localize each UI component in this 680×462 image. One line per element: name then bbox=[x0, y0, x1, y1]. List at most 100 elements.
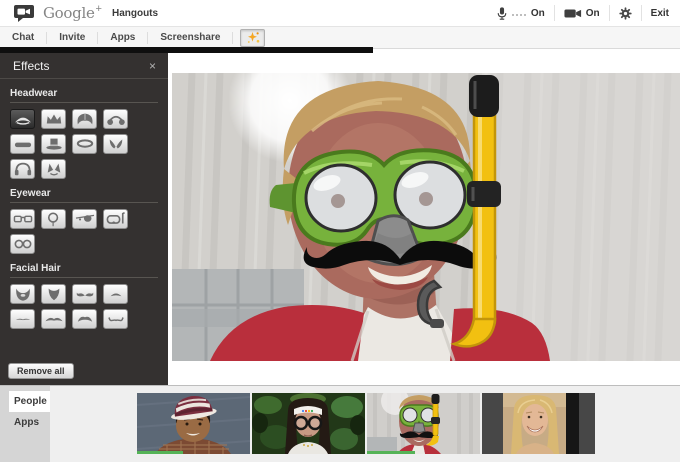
close-icon[interactable]: × bbox=[149, 60, 156, 72]
settings-button[interactable] bbox=[609, 5, 641, 21]
microphone-icon bbox=[496, 6, 508, 21]
participants-filmstrip bbox=[137, 393, 595, 454]
earmuffs-icon bbox=[105, 110, 127, 128]
tab-invite[interactable]: Invite bbox=[47, 32, 98, 44]
logo: Google+ Hangouts bbox=[13, 4, 158, 22]
handlebar-mustache-effect-button[interactable] bbox=[72, 284, 97, 304]
monocle-effect-button[interactable] bbox=[41, 209, 66, 229]
main-video bbox=[172, 73, 680, 361]
pencil-mustache-effect-button[interactable] bbox=[10, 309, 35, 329]
curled-mustache-effect-button[interactable] bbox=[103, 309, 128, 329]
exit-label: Exit bbox=[651, 8, 669, 19]
sidebar-tabs: People Apps bbox=[0, 386, 50, 462]
exit-button[interactable]: Exit bbox=[641, 5, 678, 21]
effects-grid bbox=[10, 284, 158, 329]
top-header: Google+ Hangouts On On bbox=[0, 0, 680, 27]
effects-section-label: Facial Hair bbox=[10, 263, 158, 274]
visor-cap-effect-button[interactable] bbox=[10, 109, 35, 129]
effects-panel-header: Effects × bbox=[0, 53, 168, 78]
camera-state-label: On bbox=[586, 8, 600, 19]
eyeglasses-effect-button[interactable] bbox=[10, 209, 35, 229]
halo-effect-button[interactable] bbox=[72, 134, 97, 154]
mic-level-indicator bbox=[512, 14, 526, 16]
headband-icon bbox=[12, 135, 34, 153]
scuba-mask-icon bbox=[105, 210, 127, 228]
wide-mustache-effect-button[interactable] bbox=[41, 309, 66, 329]
headphones-icon bbox=[12, 160, 34, 178]
goatee-beard-icon bbox=[43, 285, 65, 303]
participant-video-3[interactable] bbox=[367, 393, 480, 454]
section-underline bbox=[10, 277, 158, 278]
eye-patch-icon bbox=[74, 210, 96, 228]
party-ears-icon bbox=[43, 160, 65, 178]
bushy-mustache-icon bbox=[74, 310, 96, 328]
eye-patch-effect-button[interactable] bbox=[72, 209, 97, 229]
effects-panel: Effects × Headwear Eyewear Facial Hair Rem… bbox=[0, 53, 168, 385]
small-mustache-icon bbox=[105, 285, 127, 303]
round-goggles-icon bbox=[12, 235, 34, 253]
sparkle-icon bbox=[246, 31, 260, 44]
hangouts-bubble-icon bbox=[13, 4, 35, 22]
party-ears-effect-button[interactable] bbox=[41, 159, 66, 179]
speaking-indicator bbox=[367, 451, 415, 454]
curled-mustache-icon bbox=[105, 310, 127, 328]
headband-effect-button[interactable] bbox=[10, 134, 35, 154]
pencil-mustache-icon bbox=[12, 310, 34, 328]
effects-toggle-button[interactable] bbox=[240, 29, 265, 47]
google-logo-text: Google bbox=[43, 4, 95, 22]
effects-grid bbox=[10, 109, 158, 179]
hangouts-window: Google+ Hangouts On On bbox=[0, 0, 680, 462]
section-underline bbox=[10, 102, 158, 103]
halo-icon bbox=[74, 135, 96, 153]
full-beard-effect-button[interactable] bbox=[10, 284, 35, 304]
horns-icon bbox=[105, 135, 127, 153]
google-plus-sign: + bbox=[96, 3, 102, 15]
horns-effect-button[interactable] bbox=[103, 134, 128, 154]
top-hat-effect-button[interactable] bbox=[41, 134, 66, 154]
camera-toggle[interactable]: On bbox=[554, 5, 609, 21]
eyeglasses-icon bbox=[12, 210, 34, 228]
tab-screenshare[interactable]: Screenshare bbox=[148, 32, 233, 44]
speaking-indicator bbox=[137, 451, 183, 454]
bushy-mustache-effect-button[interactable] bbox=[72, 309, 97, 329]
tab-apps-bottom[interactable]: Apps bbox=[0, 412, 50, 433]
gear-icon bbox=[619, 7, 632, 20]
handlebar-mustache-icon bbox=[74, 285, 96, 303]
effects-section-label: Eyewear bbox=[10, 188, 158, 199]
wig-icon bbox=[74, 110, 96, 128]
participant-video-4[interactable] bbox=[482, 393, 595, 454]
wide-mustache-icon bbox=[43, 310, 65, 328]
effects-grid bbox=[10, 209, 158, 254]
header-controls: On On bbox=[487, 0, 678, 26]
divider bbox=[0, 78, 168, 79]
small-mustache-effect-button[interactable] bbox=[103, 284, 128, 304]
product-name: Hangouts bbox=[112, 8, 158, 19]
monocle-icon bbox=[43, 210, 65, 228]
round-goggles-effect-button[interactable] bbox=[10, 234, 35, 254]
tab-apps[interactable]: Apps bbox=[98, 32, 148, 44]
full-beard-icon bbox=[12, 285, 34, 303]
mic-state-label: On bbox=[531, 8, 545, 19]
tiara-crown-icon bbox=[43, 110, 65, 128]
visor-cap-icon bbox=[12, 110, 34, 128]
app-toolbar: Chat Invite Apps Screenshare bbox=[0, 27, 680, 49]
top-hat-icon bbox=[43, 135, 65, 153]
participant-video-2[interactable] bbox=[252, 393, 365, 454]
effects-sections: Headwear Eyewear Facial Hair bbox=[0, 88, 168, 329]
mic-toggle[interactable]: On bbox=[487, 5, 554, 21]
section-underline bbox=[10, 202, 158, 203]
earmuffs-effect-button[interactable] bbox=[103, 109, 128, 129]
remove-all-button[interactable]: Remove all bbox=[8, 363, 74, 379]
tab-chat[interactable]: Chat bbox=[0, 32, 47, 44]
tab-people[interactable]: People bbox=[9, 391, 50, 412]
headphones-effect-button[interactable] bbox=[10, 159, 35, 179]
video-camera-icon bbox=[564, 8, 582, 19]
effects-panel-title: Effects bbox=[13, 59, 49, 73]
tiara-crown-effect-button[interactable] bbox=[41, 109, 66, 129]
participant-video-1[interactable] bbox=[137, 393, 250, 454]
scuba-mask-effect-button[interactable] bbox=[103, 209, 128, 229]
effects-section-label: Headwear bbox=[10, 88, 158, 99]
wig-effect-button[interactable] bbox=[72, 109, 97, 129]
goatee-beard-effect-button[interactable] bbox=[41, 284, 66, 304]
bottom-bar: People Apps bbox=[0, 385, 680, 462]
